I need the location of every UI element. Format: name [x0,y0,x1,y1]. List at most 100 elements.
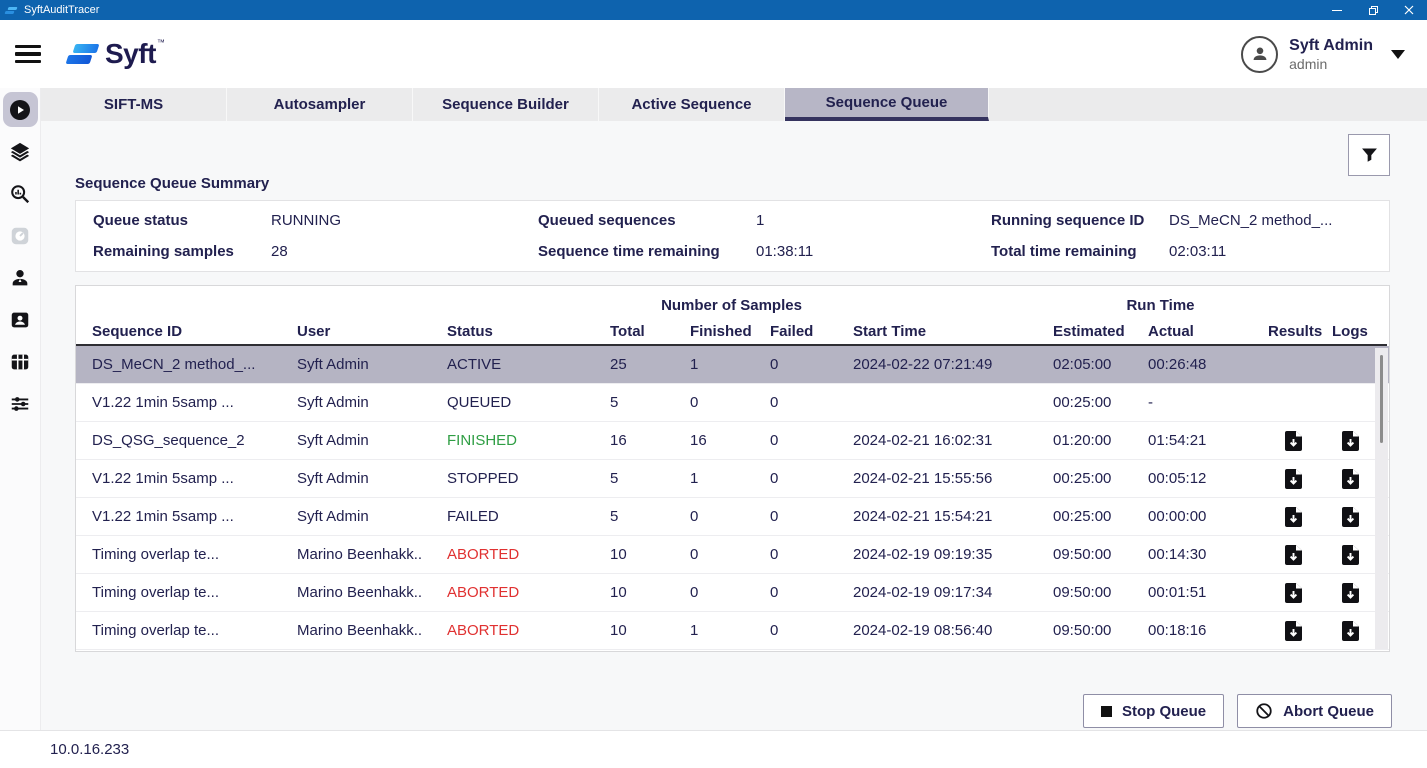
user-name: Syft Admin [1289,37,1373,55]
queued-sequences-value: 1 [756,212,991,229]
tab-autosampler[interactable]: Autosampler [227,88,413,121]
table-row[interactable]: DS_QSG_sequence_2 Syft Admin FINISHED 16… [76,422,1389,460]
brand-name: Syft [105,38,156,70]
cell-user: Syft Admin [297,394,447,411]
download-results-button[interactable] [1268,469,1332,489]
table-scrollbar[interactable] [1375,348,1388,649]
stop-queue-button[interactable]: Stop Queue [1083,694,1224,728]
cell-total: 10 [610,622,690,639]
col-start-time: Start Time [853,323,1053,340]
download-results-button[interactable] [1268,507,1332,527]
cell-sequence-id: V1.22 1min 5samp ... [92,508,297,525]
cell-finished: 0 [690,508,770,525]
tab-active-sequence[interactable]: Active Sequence [599,88,785,121]
cell-failed: 0 [770,508,853,525]
download-results-button[interactable] [1268,545,1332,565]
table-row[interactable]: V1.22 1min 5samp ... Syft Admin QUEUED 5… [76,384,1389,422]
cell-total: 5 [610,470,690,487]
sidebar-item-run[interactable] [3,92,38,127]
file-download-icon [1285,469,1302,489]
minimize-button[interactable] [1319,0,1355,20]
table-row[interactable]: Timing overlap te... Marino Beenhakk.. A… [76,612,1389,650]
user-admin-icon [9,267,31,289]
filter-button[interactable] [1348,134,1390,176]
summary-label: Queued sequences [538,212,756,229]
maximize-button[interactable] [1355,0,1391,20]
sidebar-item-users[interactable] [3,260,38,295]
col-sequence-id: Sequence ID [92,323,297,340]
cell-actual: 00:26:48 [1148,356,1268,373]
stop-icon [1101,706,1112,717]
cell-total: 16 [610,432,690,449]
sidebar [0,88,41,730]
tab-sequence-builder[interactable]: Sequence Builder [413,88,599,121]
title-bar: SyftAuditTracer [0,0,1427,20]
col-failed: Failed [770,323,853,340]
cell-sequence-id: DS_QSG_sequence_2 [92,432,297,449]
menu-button[interactable] [15,41,41,68]
file-download-icon [1342,431,1359,451]
summary-label: Total time remaining [991,243,1169,260]
cell-estimated: 01:20:00 [1053,432,1148,449]
sidebar-item-layers[interactable] [3,134,38,169]
sequence-time-remaining-value: 01:38:11 [756,243,991,260]
table-row[interactable]: V1.22 1min 5samp ... Syft Admin FAILED 5… [76,498,1389,536]
table-row[interactable]: V1.22 1min 5samp ... Syft Admin STOPPED … [76,460,1389,498]
cell-failed: 0 [770,432,853,449]
summary-label: Queue status [93,212,271,229]
download-results-button[interactable] [1268,621,1332,641]
summary-label: Running sequence ID [991,212,1169,229]
cell-user: Marino Beenhakk.. [297,546,447,563]
tab-sequence-queue[interactable]: Sequence Queue [785,88,989,121]
table-row[interactable]: Timing overlap te... Marino Beenhakk.. A… [76,536,1389,574]
cell-failed: 0 [770,584,853,601]
cell-sequence-id: V1.22 1min 5samp ... [92,394,297,411]
cell-finished: 1 [690,622,770,639]
cell-actual: 00:01:51 [1148,584,1268,601]
cell-start-time: 2024-02-21 15:55:56 [853,470,1053,487]
scrollbar-thumb[interactable] [1380,355,1383,443]
window-title: SyftAuditTracer [24,4,99,16]
cell-estimated: 00:25:00 [1053,394,1148,411]
running-sequence-id-value: DS_MeCN_2 method_... [1169,212,1389,229]
cell-actual: 01:54:21 [1148,432,1268,449]
cell-start-time: 2024-02-21 16:02:31 [853,432,1053,449]
app-logo-icon [5,7,17,14]
sidebar-item-table[interactable] [3,344,38,379]
sidebar-item-search-results[interactable] [3,176,38,211]
sidebar-item-settings[interactable] [3,386,38,421]
cell-sequence-id: V1.22 1min 5samp ... [92,470,297,487]
cell-sequence-id: Timing overlap te... [92,622,297,639]
cell-status: ABORTED [447,584,610,601]
user-icon [1249,43,1271,65]
file-download-icon [1285,545,1302,565]
file-download-icon [1285,507,1302,527]
restore-icon [1368,5,1379,16]
cell-user: Marino Beenhakk.. [297,622,447,639]
table-row[interactable]: Timing overlap te... Marino Beenhakk.. A… [76,574,1389,612]
cell-total: 5 [610,508,690,525]
remaining-samples-value: 28 [271,243,538,260]
instrument-ip: 10.0.16.233 [50,741,129,758]
group-header-runtime: Run Time [1053,297,1268,314]
cell-total: 10 [610,584,690,601]
abort-icon [1255,702,1273,720]
group-header-samples: Number of Samples [610,297,853,314]
tab-sift-ms[interactable]: SIFT-MS [41,88,227,121]
cell-estimated: 09:50:00 [1053,546,1148,563]
user-menu[interactable]: Syft Admin admin [1241,36,1405,73]
file-download-icon [1285,431,1302,451]
cell-status: QUEUED [447,394,610,411]
sidebar-item-contact-card[interactable] [3,302,38,337]
download-results-button[interactable] [1268,583,1332,603]
chevron-down-icon[interactable] [1391,50,1405,59]
trademark: ™ [157,38,165,47]
cell-failed: 0 [770,622,853,639]
close-button[interactable] [1391,0,1427,20]
table-row[interactable]: DS_MeCN_2 method_... Syft Admin ACTIVE 2… [76,346,1389,384]
abort-queue-button[interactable]: Abort Queue [1237,694,1392,728]
cell-status: ACTIVE [447,356,610,373]
queue-status-value: RUNNING [271,212,538,229]
sidebar-item-gauge-disabled [3,218,38,253]
download-results-button[interactable] [1268,431,1332,451]
